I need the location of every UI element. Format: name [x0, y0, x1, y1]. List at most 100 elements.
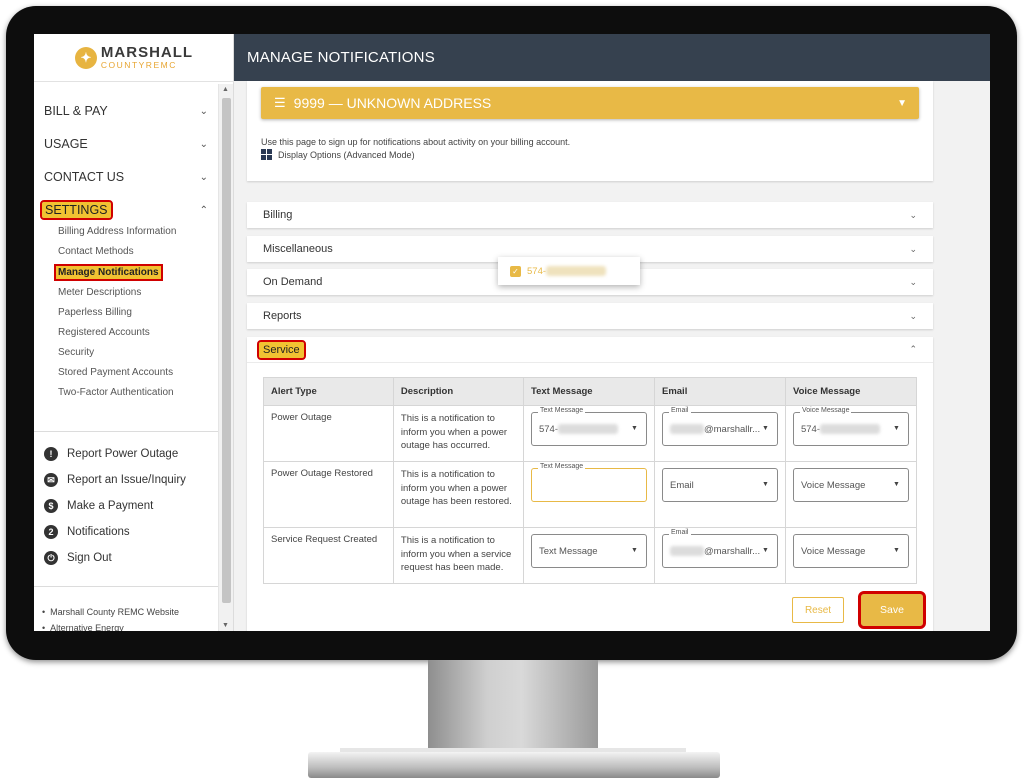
field-label: Text Message — [537, 463, 586, 470]
save-button[interactable]: Save — [858, 591, 926, 629]
settings-billing-address[interactable]: Billing Address Information — [58, 226, 176, 237]
logo[interactable]: ✦ MARSHALL COUNTYREMC — [34, 34, 234, 82]
table-header-row: Alert Type Description Text Message Emai… — [263, 377, 918, 406]
screen: ✦ MARSHALL COUNTYREMC BILL & PAY ⌄ USAGE… — [34, 34, 990, 631]
table-row: Service Request Created This is a notifi… — [263, 527, 918, 584]
nav-usage[interactable]: USAGE ⌄ — [44, 133, 208, 155]
sidebar: ✦ MARSHALL COUNTYREMC BILL & PAY ⌄ USAGE… — [34, 34, 234, 631]
action-report-issue[interactable]: ✉ Report an Issue/Inquiry — [44, 473, 186, 487]
page-title: MANAGE NOTIFICATIONS — [234, 34, 990, 81]
column-header: Text Message — [522, 377, 655, 406]
chevron-down-icon: ⌄ — [909, 276, 917, 287]
section-label: Reports — [263, 310, 302, 322]
logo-icon: ✦ — [74, 46, 97, 69]
dropdown-triangle-icon: ▼ — [762, 547, 769, 554]
text-message-select[interactable]: Text Message — [530, 463, 647, 502]
section-billing[interactable]: Billing ⌄ — [247, 202, 933, 228]
section-label: On Demand — [263, 276, 323, 288]
settings-meter-descriptions[interactable]: Meter Descriptions — [58, 287, 141, 298]
alert-icon: ! — [44, 447, 58, 461]
column-header: Description — [392, 377, 524, 406]
email-select[interactable]: Email @marshallr... ▼ — [661, 529, 778, 568]
sidebar-divider — [34, 586, 218, 587]
settings-registered-accounts[interactable]: Registered Accounts — [58, 327, 150, 338]
logo-text-county: COUNTYREMC — [100, 60, 177, 71]
dropdown-triangle-icon: ▼ — [631, 547, 638, 554]
scroll-up-icon[interactable]: ▲ — [222, 86, 229, 93]
text-message-select[interactable]: Text Message ▼ — [530, 534, 647, 568]
reset-button[interactable]: Reset — [792, 597, 844, 623]
dropdown-triangle-icon: ▼ — [893, 425, 900, 432]
chevron-down-icon: ⌄ — [909, 209, 917, 220]
table-row: Power Outage This is a notification to i… — [263, 405, 918, 462]
settings-two-factor[interactable]: Two-Factor Authentication — [58, 387, 174, 398]
voice-message-select[interactable]: Voice Message 574- ▼ — [792, 407, 909, 446]
voice-message-select[interactable]: Voice Message ▼ — [792, 468, 909, 502]
dropdown-triangle-icon: ▼ — [893, 547, 900, 554]
column-header: Email — [653, 377, 786, 406]
voice-message-select[interactable]: Voice Message ▼ — [792, 534, 909, 568]
field-value: 574- — [538, 423, 558, 435]
alert-type: Power Outage — [263, 405, 394, 462]
field-label: Email — [668, 529, 691, 536]
footer-link-label: Alternative Energy — [50, 623, 124, 631]
action-report-outage[interactable]: ! Report Power Outage — [44, 447, 178, 461]
redacted-value — [546, 266, 607, 276]
field-placeholder: Voice Message — [800, 479, 866, 491]
chevron-down-icon: ⌄ — [199, 171, 208, 183]
dropdown-triangle-icon: ▼ — [762, 481, 769, 488]
scrollbar-thumb[interactable] — [222, 98, 231, 603]
action-notifications[interactable]: 2 Notifications — [44, 525, 130, 539]
email-select[interactable]: Email @marshallr... ▼ — [661, 407, 778, 446]
action-label: Sign Out — [67, 552, 112, 564]
redacted-value — [669, 424, 704, 434]
footer-link-alt-energy[interactable]: • Alternative Energy — [42, 623, 124, 631]
text-message-select[interactable]: Text Message 574- ▼ — [530, 407, 647, 446]
settings-stored-payment[interactable]: Stored Payment Accounts — [58, 367, 173, 378]
settings-manage-notifications[interactable]: Manage Notifications — [54, 264, 163, 281]
field-placeholder: Voice Message — [800, 545, 866, 557]
dropdown-triangle-icon: ▼ — [631, 425, 638, 432]
column-header: Alert Type — [263, 377, 394, 406]
nav-contact-us[interactable]: CONTACT US ⌄ — [44, 166, 208, 188]
action-label: Make a Payment — [67, 500, 154, 512]
action-make-payment[interactable]: $ Make a Payment — [44, 499, 153, 513]
settings-contact-methods[interactable]: Contact Methods — [58, 246, 134, 257]
scroll-down-icon[interactable]: ▼ — [222, 622, 229, 629]
email-select[interactable]: Email ▼ — [661, 468, 778, 502]
display-options-link[interactable]: Display Options (Advanced Mode) — [261, 149, 415, 160]
redacted-value — [669, 546, 704, 556]
redacted-value — [820, 424, 880, 434]
nav-label: CONTACT US — [44, 170, 125, 184]
checkbox-checked-icon[interactable]: ✓ — [510, 265, 521, 277]
email-icon: ✉ — [44, 473, 58, 487]
chevron-down-icon: ⌄ — [909, 243, 917, 254]
power-icon: ⏻ — [44, 551, 58, 565]
logo-text-marshall: MARSHALL — [100, 44, 194, 62]
field-value: @marshallr... — [703, 423, 761, 435]
settings-paperless-billing[interactable]: Paperless Billing — [58, 307, 132, 318]
section-reports[interactable]: Reports ⌄ — [247, 303, 933, 329]
column-header: Voice Message — [784, 377, 918, 406]
monitor-stand — [428, 660, 598, 756]
main-content: ☰ 9999 — UNKNOWN ADDRESS ▼ Use this page… — [234, 81, 990, 631]
footer-link-website[interactable]: • Marshall County REMC Website — [42, 607, 179, 617]
nav-label: BILL & PAY — [44, 104, 108, 118]
nav-settings[interactable]: SETTINGS ⌃ — [40, 199, 208, 221]
nav-label: USAGE — [44, 137, 88, 151]
alerts-table: Alert Type Description Text Message Emai… — [263, 377, 918, 584]
text-message-option[interactable]: ✓ 574- — [498, 257, 640, 285]
nav-bill-pay[interactable]: BILL & PAY ⌄ — [44, 100, 208, 122]
dropdown-triangle-icon: ▼ — [893, 481, 900, 488]
alert-description: This is a notification to inform you whe… — [392, 461, 524, 528]
address-selector[interactable]: ☰ 9999 — UNKNOWN ADDRESS ▼ — [261, 87, 919, 119]
service-label: Service — [257, 339, 306, 360]
service-header[interactable]: Service ⌃ — [247, 337, 933, 363]
field-placeholder: Email — [669, 479, 694, 491]
sidebar-scrollbar[interactable]: ▲ ▼ — [218, 84, 233, 631]
field-label: Text Message — [537, 407, 586, 414]
dropdown-triangle-icon: ▼ — [762, 425, 769, 432]
table-row: Power Outage Restored This is a notifica… — [263, 461, 918, 528]
settings-security[interactable]: Security — [58, 347, 94, 358]
action-sign-out[interactable]: ⏻ Sign Out — [44, 551, 112, 565]
